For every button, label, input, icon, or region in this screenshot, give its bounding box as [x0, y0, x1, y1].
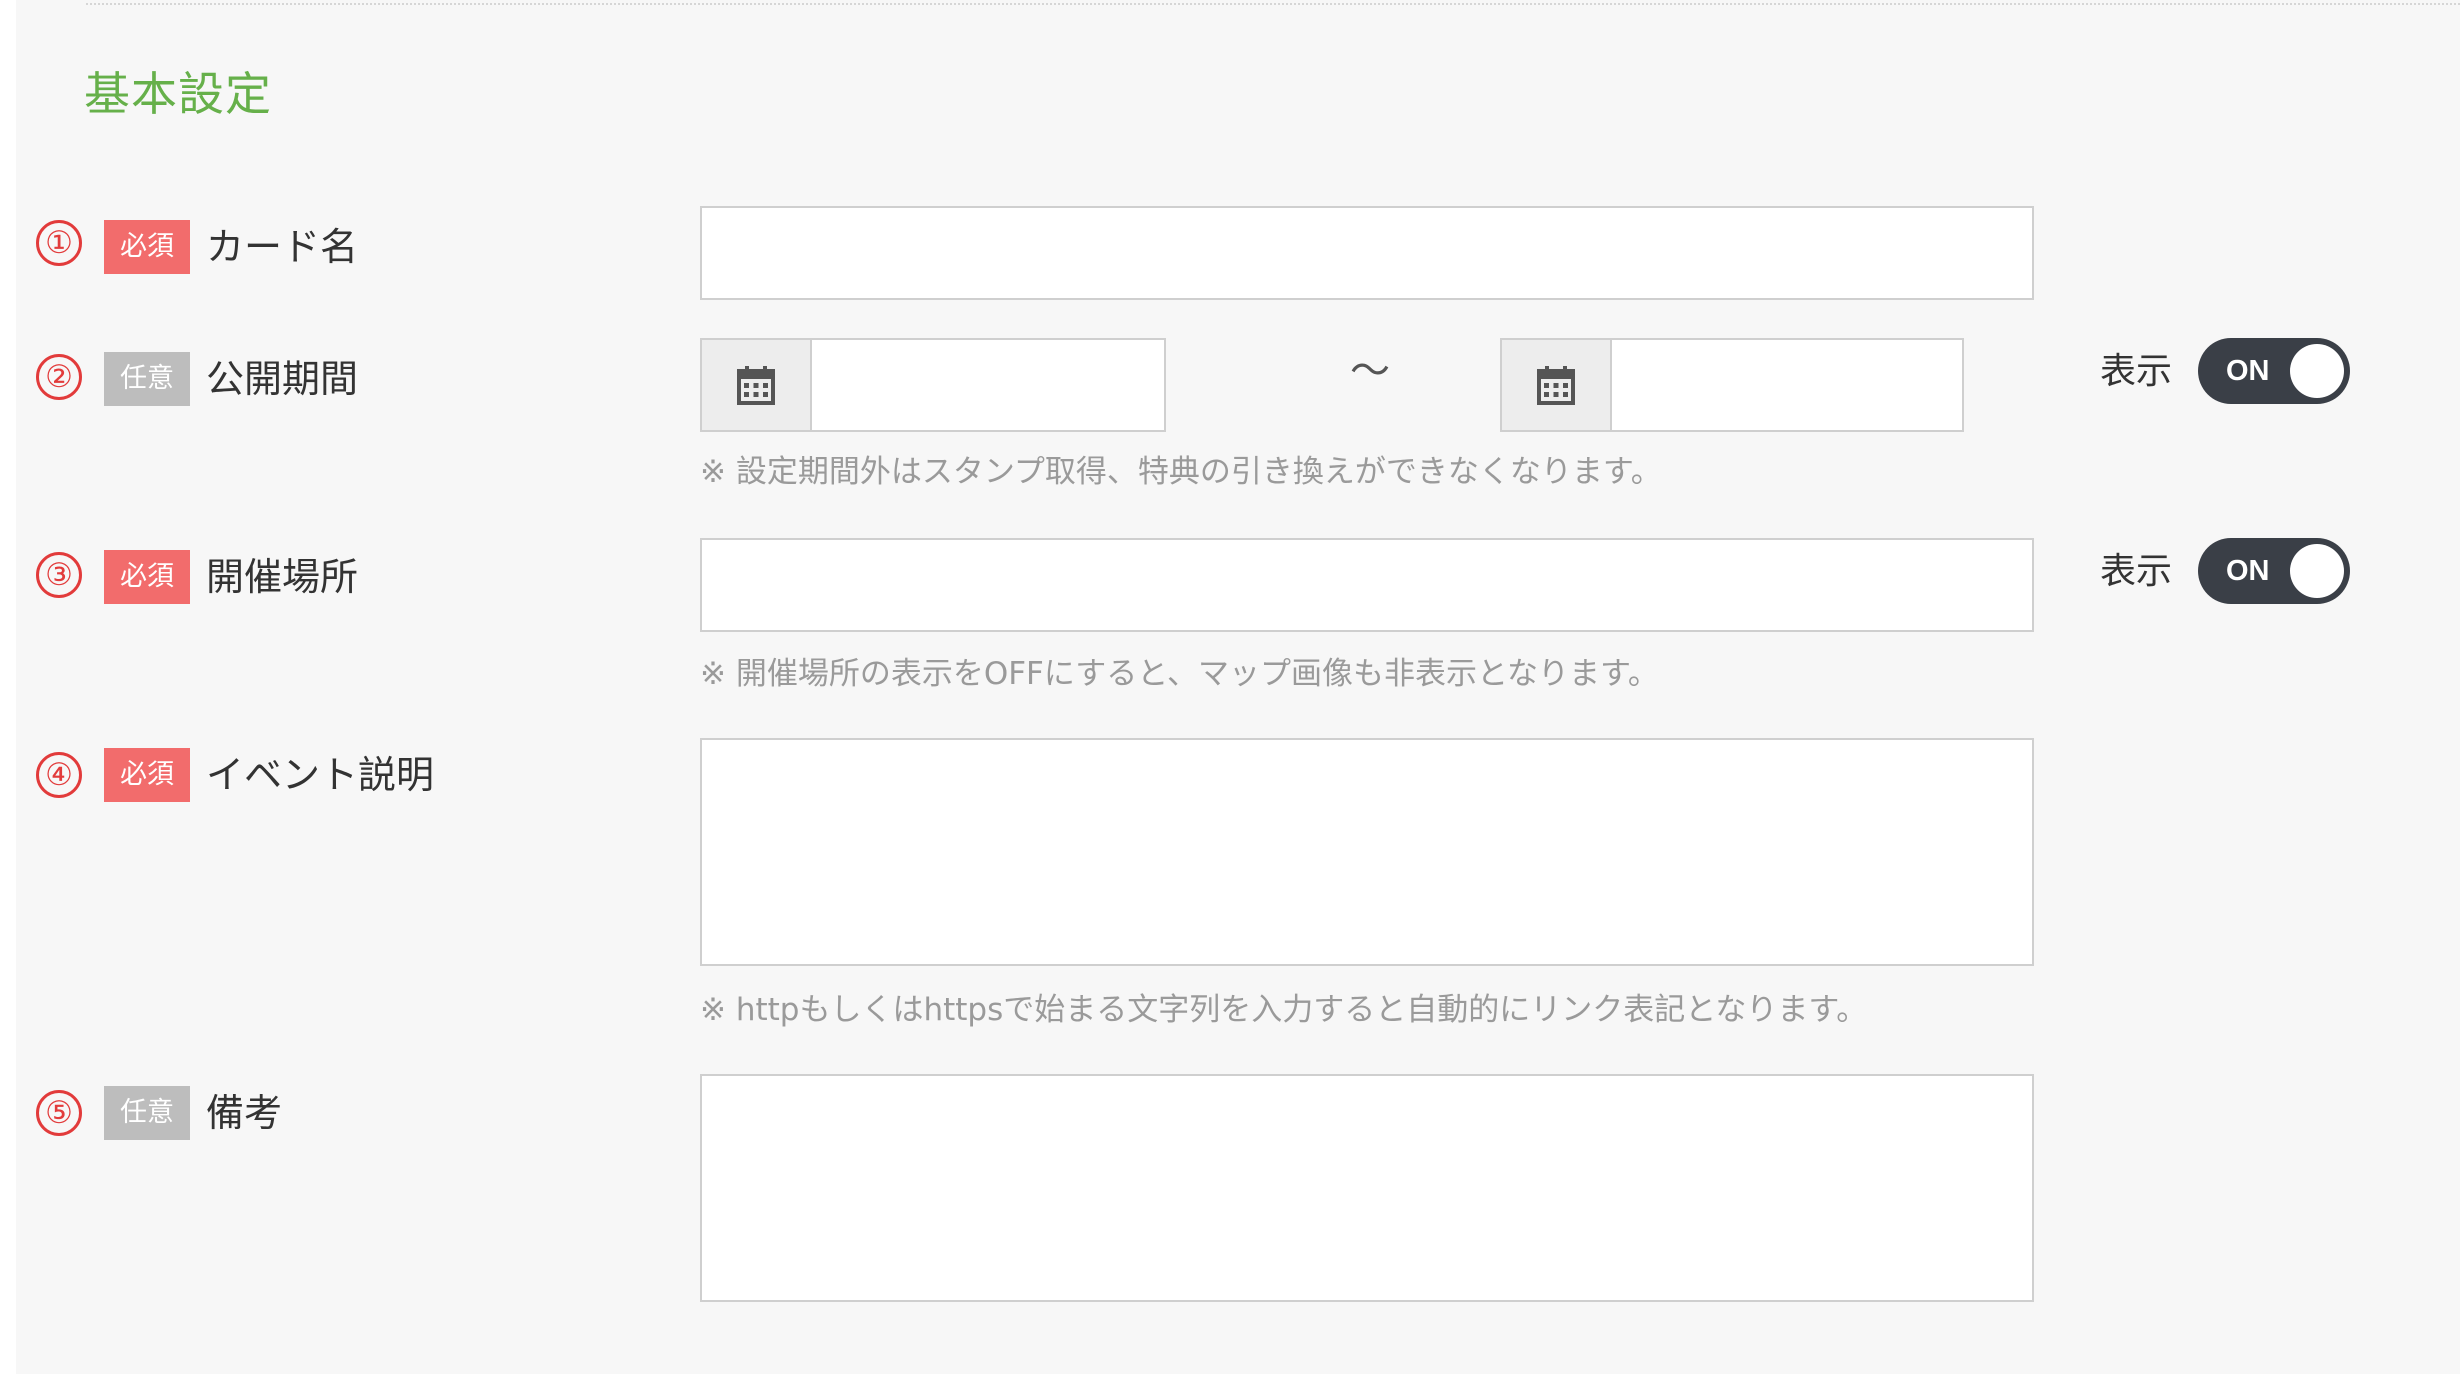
- section-title: 基本設定: [84, 67, 272, 121]
- period-display-toggle[interactable]: ON: [2198, 338, 2350, 404]
- divider: [86, 3, 2460, 5]
- field-number-3: ③: [36, 552, 82, 598]
- optional-badge: 任意: [104, 352, 190, 406]
- venue-note: ※ 開催場所の表示をOFFにすると、マップ画像も非表示となります。: [700, 656, 1659, 692]
- event-description-textarea[interactable]: [700, 738, 2034, 966]
- required-badge: 必須: [104, 748, 190, 802]
- start-date-group: [700, 338, 1166, 432]
- field-number-5: ⑤: [36, 1090, 82, 1136]
- card-name-input[interactable]: [700, 206, 2034, 300]
- date-range-separator: ～: [1350, 348, 1390, 394]
- start-date-input[interactable]: [812, 340, 1164, 430]
- end-date-picker-button[interactable]: [1502, 340, 1612, 430]
- remarks-textarea[interactable]: [700, 1074, 2034, 1302]
- venue-input[interactable]: [700, 538, 2034, 632]
- field-number-2: ②: [36, 354, 82, 400]
- toggle-state-label: ON: [2226, 355, 2270, 387]
- field-label-venue: 開催場所: [206, 555, 359, 599]
- field-number-4: ④: [36, 752, 82, 798]
- end-date-input[interactable]: [1612, 340, 1962, 430]
- required-badge: 必須: [104, 550, 190, 604]
- display-label-period: 表示: [2100, 351, 2173, 392]
- field-label-event-description: イベント説明: [206, 753, 435, 797]
- toggle-knob: [2290, 544, 2344, 598]
- toggle-state-label: ON: [2226, 555, 2270, 587]
- calendar-icon: [737, 366, 775, 405]
- venue-display-toggle[interactable]: ON: [2198, 538, 2350, 604]
- toggle-knob: [2290, 344, 2344, 398]
- description-note: ※ httpもしくはhttpsで始まる文字列を入力すると自動的にリンク表記となり…: [700, 992, 1868, 1028]
- end-date-group: [1500, 338, 1964, 432]
- calendar-icon: [1537, 366, 1575, 405]
- field-number-1: ①: [36, 220, 82, 266]
- field-label-remarks: 備考: [206, 1091, 283, 1135]
- optional-badge: 任意: [104, 1086, 190, 1140]
- required-badge: 必須: [104, 220, 190, 274]
- field-label-period: 公開期間: [206, 357, 359, 401]
- start-date-picker-button[interactable]: [702, 340, 812, 430]
- period-note: ※ 設定期間外はスタンプ取得、特典の引き換えができなくなります。: [700, 454, 1662, 490]
- field-label-card-name: カード名: [206, 225, 359, 269]
- display-label-venue: 表示: [2100, 551, 2173, 592]
